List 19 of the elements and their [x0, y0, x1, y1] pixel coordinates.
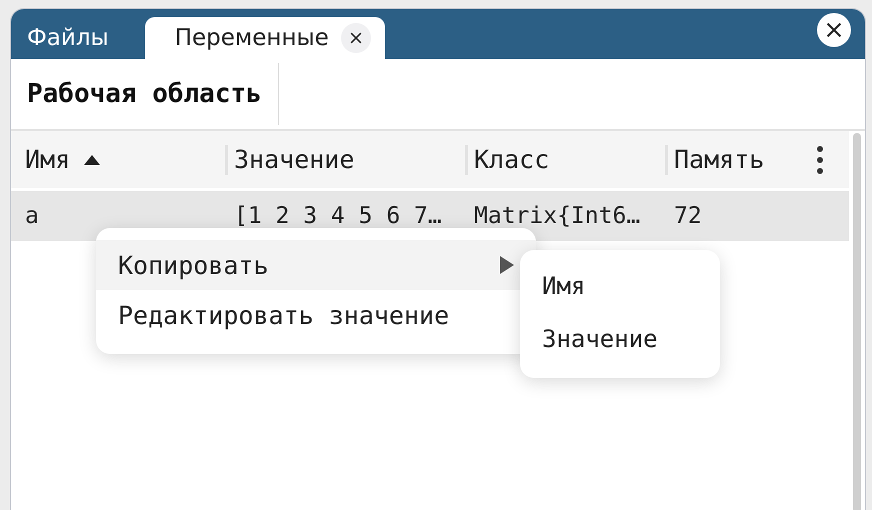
- toolbar-title: Рабочая область: [26, 79, 263, 109]
- tab[interactable]: Файлы: [11, 17, 125, 59]
- column-header[interactable]: Имя: [25, 145, 70, 174]
- column-header[interactable]: Значение: [234, 145, 354, 174]
- menu-item[interactable]: Копировать: [96, 240, 536, 290]
- close-button[interactable]: [817, 13, 851, 47]
- column-header[interactable]: Память: [674, 145, 764, 174]
- close-tab-button[interactable]: [340, 23, 371, 53]
- table-cell-text: Matrix{Int6…: [473, 203, 642, 229]
- table-cell-text: [1 2 3 4 5 6 7…: [233, 203, 443, 229]
- table-cell-text: 72: [673, 203, 703, 229]
- menu-item[interactable]: Значение: [520, 313, 720, 366]
- table-cell-text: a: [24, 203, 40, 229]
- menu-item[interactable]: Редактировать значение: [96, 290, 472, 340]
- close-icon: [350, 32, 362, 44]
- tab[interactable]: Переменные: [144, 17, 385, 59]
- column-header[interactable]: Класс: [474, 145, 550, 174]
- more-icon[interactable]: [816, 146, 822, 174]
- close-icon: [826, 22, 842, 38]
